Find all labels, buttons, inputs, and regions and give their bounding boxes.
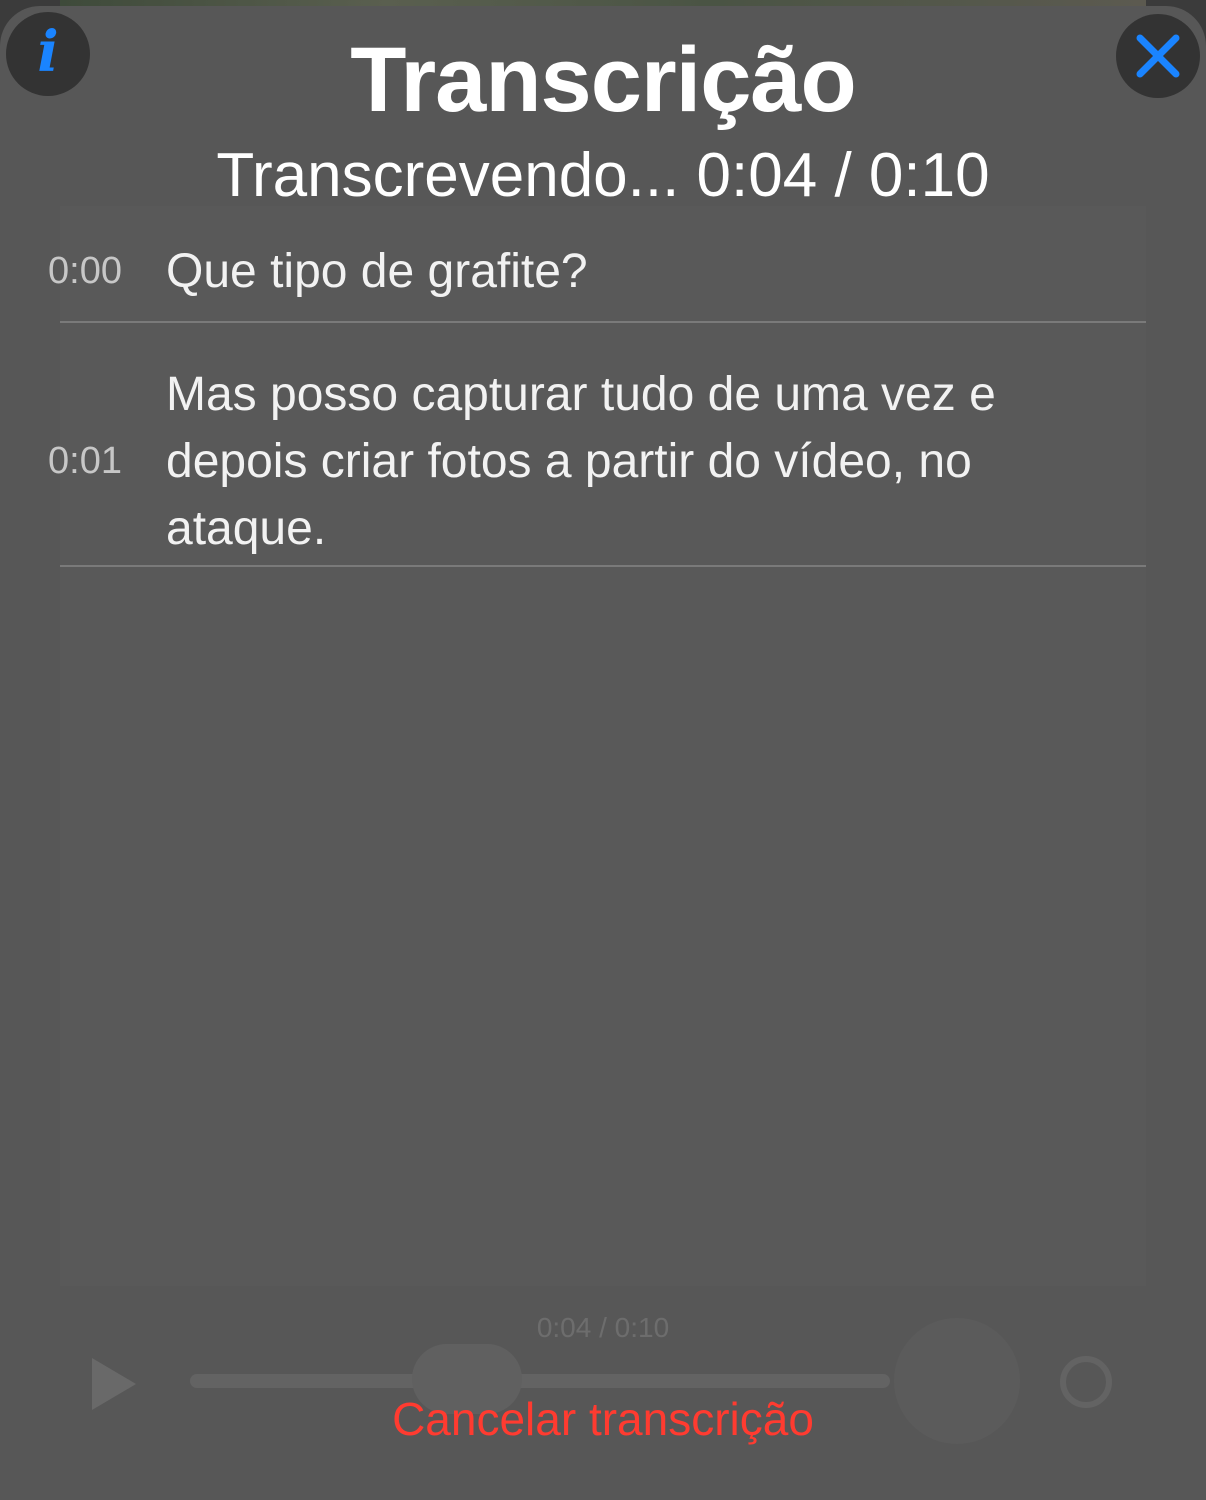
transcript-timestamp: 0:01 bbox=[48, 439, 122, 482]
background-player-time: 0:04 / 0:10 bbox=[536, 1312, 670, 1343]
transcript-text: Mas posso capturar tudo de uma vez e dep… bbox=[166, 367, 996, 555]
transcription-status: Transcrevendo... 0:04 / 0:10 bbox=[216, 141, 990, 210]
transcript-text: Que tipo de grafite? bbox=[166, 244, 588, 298]
transcript-row[interactable]: 0:00 Que tipo de grafite? bbox=[0, 236, 1206, 306]
background-scrub-bar bbox=[190, 1374, 890, 1388]
transcript-row[interactable]: 0:01 Mas posso capturar tudo de uma vez … bbox=[0, 356, 1206, 566]
transcription-sheet bbox=[0, 6, 1206, 1500]
page-title: Transcrição bbox=[350, 29, 857, 131]
transcript-timestamp: 0:00 bbox=[48, 249, 122, 292]
row-divider bbox=[60, 565, 1146, 567]
row-divider bbox=[60, 321, 1146, 323]
transcript-list: 0:00 Que tipo de grafite? 0:01 Mas posso… bbox=[0, 236, 1206, 566]
screen: 0:04 / 0:10 i Transcrição Transcrevendo.… bbox=[0, 0, 1206, 1500]
cancel-transcription-button[interactable]: Cancelar transcrição bbox=[0, 1392, 1206, 1446]
